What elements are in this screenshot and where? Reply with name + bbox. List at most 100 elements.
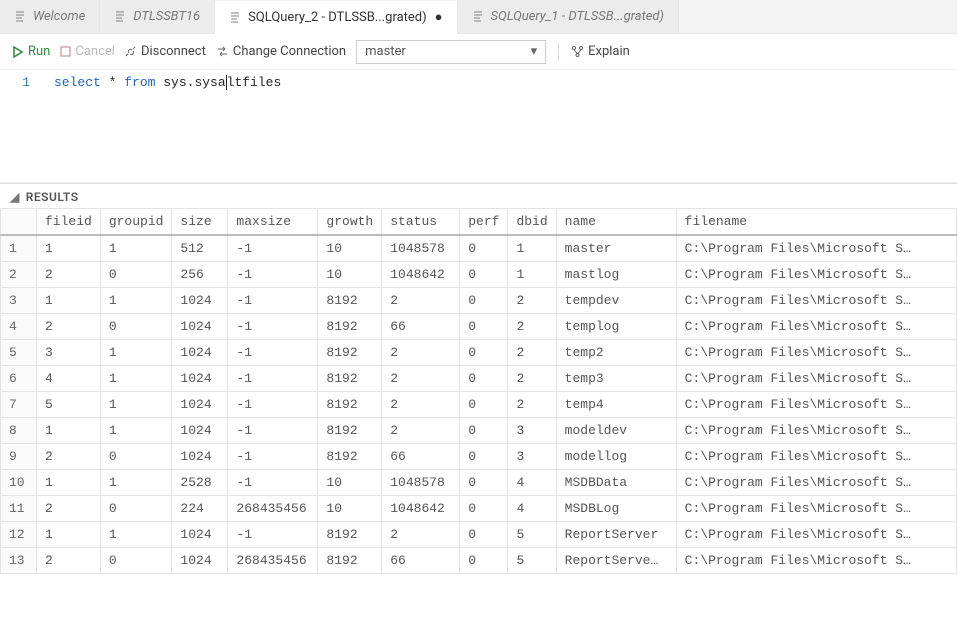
cell[interactable]: -1 [228, 522, 318, 548]
cell[interactable]: -1 [228, 392, 318, 418]
cell[interactable]: 268435456 [228, 496, 318, 522]
cell[interactable]: 66 [382, 444, 460, 470]
table-row[interactable]: 10112528-110104857804MSDBDataC:\Program … [1, 470, 957, 496]
column-header[interactable]: dbid [508, 209, 556, 236]
column-header[interactable]: status [382, 209, 460, 236]
cell[interactable]: 8192 [318, 366, 382, 392]
editor-tab[interactable]: SQLQuery_1 - DTLSSB...grated) [458, 0, 679, 33]
cell[interactable]: templog [556, 314, 676, 340]
table-row[interactable]: 3111024-18192202tempdevC:\Program Files\… [1, 288, 957, 314]
cell[interactable]: 0 [100, 262, 172, 288]
cell[interactable]: 3 [508, 444, 556, 470]
cell[interactable]: 8192 [318, 392, 382, 418]
cell[interactable]: 10 [318, 262, 382, 288]
cell[interactable]: 2 [508, 366, 556, 392]
cell[interactable]: 1048578 [382, 235, 460, 262]
explain-button[interactable]: Explain [571, 44, 630, 59]
cell[interactable]: 1 [37, 522, 101, 548]
cell[interactable]: 5 [508, 522, 556, 548]
cell[interactable]: master [556, 235, 676, 262]
table-row[interactable]: 12111024-18192205ReportServerC:\Program … [1, 522, 957, 548]
cell[interactable]: ReportServe… [556, 548, 676, 574]
table-row[interactable]: 111512-110104857801masterC:\Program File… [1, 235, 957, 262]
cell[interactable]: 0 [460, 470, 508, 496]
cell[interactable]: 5 [37, 392, 101, 418]
cell[interactable]: 10 [318, 235, 382, 262]
cell[interactable]: C:\Program Files\Microsoft S… [676, 548, 956, 574]
cell[interactable]: 4 [508, 470, 556, 496]
cell[interactable]: 0 [460, 444, 508, 470]
table-row[interactable]: 220256-110104864201mastlogC:\Program Fil… [1, 262, 957, 288]
cell[interactable]: 66 [382, 548, 460, 574]
cell[interactable]: temp3 [556, 366, 676, 392]
cell[interactable]: mastlog [556, 262, 676, 288]
cell[interactable]: 1024 [172, 314, 228, 340]
column-header[interactable]: filename [676, 209, 956, 236]
cell[interactable]: 1 [37, 470, 101, 496]
cell[interactable]: 0 [460, 340, 508, 366]
cell[interactable]: temp4 [556, 392, 676, 418]
cell[interactable]: 1024 [172, 392, 228, 418]
cell[interactable]: ReportServer [556, 522, 676, 548]
cell[interactable]: 3 [37, 340, 101, 366]
cell[interactable]: 1 [100, 340, 172, 366]
cell[interactable]: C:\Program Files\Microsoft S… [676, 444, 956, 470]
cell[interactable]: C:\Program Files\Microsoft S… [676, 288, 956, 314]
cell[interactable]: C:\Program Files\Microsoft S… [676, 470, 956, 496]
cell[interactable]: 8192 [318, 288, 382, 314]
editor-tab[interactable]: SQLQuery_2 - DTLSSB...grated)● [215, 1, 457, 34]
cell[interactable]: -1 [228, 366, 318, 392]
cell[interactable]: 0 [460, 366, 508, 392]
column-header[interactable]: name [556, 209, 676, 236]
cell[interactable]: -1 [228, 288, 318, 314]
column-header[interactable]: groupid [100, 209, 172, 236]
cell[interactable]: 1 [37, 235, 101, 262]
cell[interactable]: -1 [228, 314, 318, 340]
cell[interactable]: C:\Program Files\Microsoft S… [676, 235, 956, 262]
cell[interactable]: 2 [382, 340, 460, 366]
cell[interactable]: modellog [556, 444, 676, 470]
cell[interactable]: C:\Program Files\Microsoft S… [676, 418, 956, 444]
cell[interactable]: 0 [100, 548, 172, 574]
cell[interactable]: 2 [508, 314, 556, 340]
cell[interactable]: -1 [228, 262, 318, 288]
cell[interactable]: 1048642 [382, 496, 460, 522]
cell[interactable]: 0 [460, 548, 508, 574]
cell[interactable]: 1 [37, 288, 101, 314]
table-row[interactable]: 112022426843545610104864204MSDBLogC:\Pro… [1, 496, 957, 522]
cell[interactable]: 0 [460, 496, 508, 522]
cell[interactable]: 2 [508, 340, 556, 366]
cell[interactable]: 1 [100, 470, 172, 496]
cell[interactable]: 4 [37, 366, 101, 392]
cell[interactable]: 8192 [318, 314, 382, 340]
cell[interactable]: 10 [318, 496, 382, 522]
database-select[interactable]: master ▾ [356, 40, 546, 64]
results-grid-wrapper[interactable]: fileidgroupidsizemaxsizegrowthstatusperf… [0, 208, 957, 641]
cell[interactable]: 8192 [318, 548, 382, 574]
cell[interactable]: 224 [172, 496, 228, 522]
cell[interactable]: C:\Program Files\Microsoft S… [676, 340, 956, 366]
cell[interactable]: 2 [508, 288, 556, 314]
sql-code-line[interactable]: select * from sys.sysaltfiles [54, 74, 281, 92]
cell[interactable]: 4 [508, 496, 556, 522]
cell[interactable]: -1 [228, 470, 318, 496]
cell[interactable]: 1 [100, 235, 172, 262]
cell[interactable]: 1 [100, 366, 172, 392]
cell[interactable]: 2 [508, 392, 556, 418]
cancel-button[interactable]: Cancel [60, 44, 115, 59]
cell[interactable]: MSDBData [556, 470, 676, 496]
cell[interactable]: MSDBLog [556, 496, 676, 522]
cell[interactable]: 1 [100, 418, 172, 444]
cell[interactable]: -1 [228, 340, 318, 366]
table-row[interactable]: 9201024-181926603modellogC:\Program File… [1, 444, 957, 470]
cell[interactable]: 2528 [172, 470, 228, 496]
cell[interactable]: 2 [382, 522, 460, 548]
cell[interactable]: 256 [172, 262, 228, 288]
disconnect-button[interactable]: Disconnect [125, 44, 206, 59]
cell[interactable]: 2 [382, 288, 460, 314]
cell[interactable]: 0 [460, 288, 508, 314]
cell[interactable]: 1024 [172, 340, 228, 366]
cell[interactable]: 8192 [318, 340, 382, 366]
cell[interactable]: 2 [382, 418, 460, 444]
cell[interactable]: 2 [37, 548, 101, 574]
